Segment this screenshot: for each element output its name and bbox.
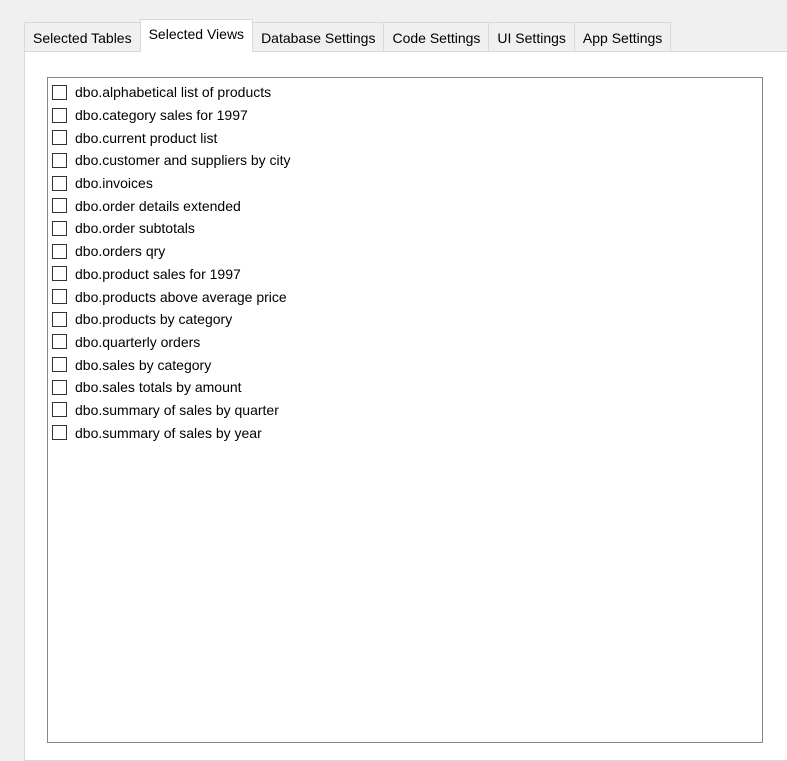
list-item-label: dbo.invoices bbox=[75, 175, 153, 192]
list-item[interactable]: dbo.product sales for 1997 bbox=[48, 263, 762, 286]
tab-ui-settings[interactable]: UI Settings bbox=[488, 22, 575, 52]
tab-selected-tables[interactable]: Selected Tables bbox=[24, 22, 141, 52]
list-item[interactable]: dbo.alphabetical list of products bbox=[48, 81, 762, 104]
tab-database-settings[interactable]: Database Settings bbox=[252, 22, 385, 52]
list-item-label: dbo.summary of sales by year bbox=[75, 424, 262, 441]
checkbox[interactable] bbox=[52, 402, 67, 418]
list-item-label: dbo.summary of sales by quarter bbox=[75, 401, 279, 418]
checkbox[interactable] bbox=[52, 107, 67, 123]
list-item-label: dbo.order subtotals bbox=[75, 220, 195, 237]
settings-window: Selected Tables Selected Views Database … bbox=[0, 0, 787, 761]
list-item[interactable]: dbo.quarterly orders bbox=[48, 331, 762, 354]
tab-selected-views[interactable]: Selected Views bbox=[139, 19, 254, 52]
list-item[interactable]: dbo.order details extended bbox=[48, 194, 762, 217]
list-item[interactable]: dbo.orders qry bbox=[48, 240, 762, 263]
checkbox[interactable] bbox=[52, 379, 67, 395]
list-item[interactable]: dbo.sales totals by amount bbox=[48, 376, 762, 399]
checkbox[interactable] bbox=[52, 243, 67, 259]
checkbox[interactable] bbox=[52, 425, 67, 441]
list-item[interactable]: dbo.products by category bbox=[48, 308, 762, 331]
tab-code-settings[interactable]: Code Settings bbox=[383, 22, 490, 52]
tab-app-settings[interactable]: App Settings bbox=[573, 22, 672, 52]
checkbox[interactable] bbox=[52, 84, 67, 100]
list-item[interactable]: dbo.sales by category bbox=[48, 353, 762, 376]
list-item-label: dbo.current product list bbox=[75, 129, 218, 146]
checkbox[interactable] bbox=[52, 311, 67, 327]
tab-strip: Selected Tables Selected Views Database … bbox=[24, 19, 672, 52]
list-item-label: dbo.products above average price bbox=[75, 288, 287, 305]
checkbox[interactable] bbox=[52, 357, 67, 373]
tab-page-selected-views: dbo.alphabetical list of products dbo.ca… bbox=[24, 51, 787, 761]
list-item[interactable]: dbo.products above average price bbox=[48, 285, 762, 308]
checkbox[interactable] bbox=[52, 289, 67, 305]
list-item-label: dbo.category sales for 1997 bbox=[75, 107, 248, 124]
checkbox[interactable] bbox=[52, 266, 67, 282]
checkbox[interactable] bbox=[52, 220, 67, 236]
list-item-label: dbo.sales by category bbox=[75, 356, 212, 373]
list-item[interactable]: dbo.category sales for 1997 bbox=[48, 104, 762, 127]
list-item-label: dbo.product sales for 1997 bbox=[75, 265, 241, 282]
list-item[interactable]: dbo.summary of sales by quarter bbox=[48, 399, 762, 422]
list-item[interactable]: dbo.summary of sales by year bbox=[48, 421, 762, 444]
list-item-label: dbo.customer and suppliers by city bbox=[75, 152, 291, 169]
list-item[interactable]: dbo.current product list bbox=[48, 126, 762, 149]
list-item-label: dbo.quarterly orders bbox=[75, 333, 201, 350]
list-item-label: dbo.products by category bbox=[75, 311, 233, 328]
list-item-label: dbo.orders qry bbox=[75, 243, 166, 260]
checkbox[interactable] bbox=[52, 130, 67, 146]
checkbox[interactable] bbox=[52, 198, 67, 214]
list-item-label: dbo.order details extended bbox=[75, 197, 241, 214]
checkbox[interactable] bbox=[52, 152, 67, 168]
views-checked-list[interactable]: dbo.alphabetical list of products dbo.ca… bbox=[47, 77, 763, 743]
checkbox[interactable] bbox=[52, 334, 67, 350]
list-item-label: dbo.sales totals by amount bbox=[75, 379, 242, 396]
list-item-label: dbo.alphabetical list of products bbox=[75, 84, 272, 101]
list-item[interactable]: dbo.customer and suppliers by city bbox=[48, 149, 762, 172]
checkbox[interactable] bbox=[52, 175, 67, 191]
list-item[interactable]: dbo.invoices bbox=[48, 172, 762, 195]
list-item[interactable]: dbo.order subtotals bbox=[48, 217, 762, 240]
